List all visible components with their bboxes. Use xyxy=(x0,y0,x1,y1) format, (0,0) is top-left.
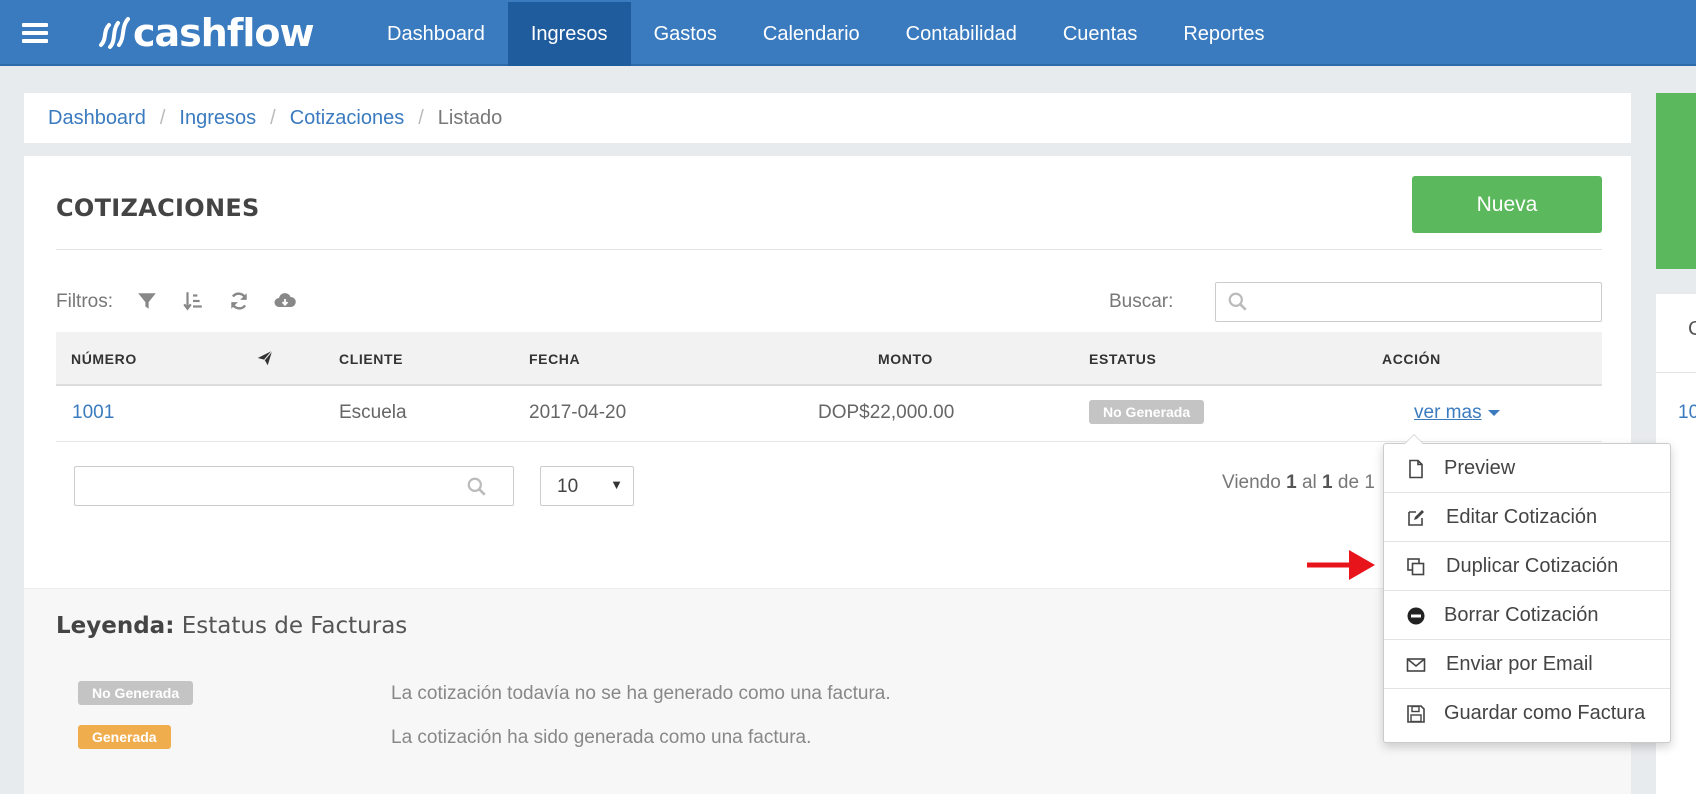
amount-cell: DOP$22,000.00 xyxy=(818,402,955,423)
breadcrumb-cotizaciones[interactable]: Cotizaciones xyxy=(290,107,405,130)
paper-plane-icon[interactable] xyxy=(256,349,274,367)
status-badge: No Generada xyxy=(1089,400,1205,424)
action-dropdown-menu: Preview Editar Cotización Duplicar Cotiz… xyxy=(1383,434,1671,743)
menu-item-label: Guardar como Factura xyxy=(1444,702,1646,724)
table-header: NÚMERO CLIENTE FECHA MONTO ESTATUS ACCIÓ… xyxy=(56,332,1602,386)
legend-badge-no-generada: No Generada xyxy=(78,681,194,705)
search-icon xyxy=(467,477,486,496)
ver-mas-dropdown-toggle[interactable]: ver mas xyxy=(1414,402,1500,424)
legend-entry: Generada xyxy=(78,725,171,749)
red-arrow-annotation-icon xyxy=(1307,550,1375,580)
save-icon xyxy=(1407,705,1425,723)
menu-item-label: Duplicar Cotización xyxy=(1446,555,1619,577)
caret-down-icon xyxy=(1487,409,1500,416)
pagination-info: Viendo 1 al 1 de 1 xyxy=(1222,472,1375,494)
search-label: Buscar: xyxy=(1109,291,1174,312)
table-footer-search-input[interactable] xyxy=(74,466,514,506)
nav-item-contabilidad[interactable]: Contabilidad xyxy=(883,2,1040,66)
menu-item-label: Borrar Cotización xyxy=(1444,604,1599,626)
top-navbar: cashflow Dashboard Ingresos Gastos Calen… xyxy=(0,0,1696,66)
legend-description: La cotización ha sido generada como una … xyxy=(391,727,812,748)
copy-icon xyxy=(1407,558,1425,576)
breadcrumb-ingresos[interactable]: Ingresos xyxy=(179,107,256,130)
menu-item-label: Preview xyxy=(1444,457,1516,479)
hamburger-menu-icon[interactable] xyxy=(22,23,48,43)
date-cell: 2017-04-20 xyxy=(529,402,627,423)
legend-entry: No Generada xyxy=(78,681,194,705)
page-title: COTIZACIONES xyxy=(56,194,260,222)
main-nav: Dashboard Ingresos Gastos Calendario Con… xyxy=(364,2,1288,66)
filter-icon[interactable] xyxy=(136,290,158,312)
menu-item-delete[interactable]: Borrar Cotización xyxy=(1384,591,1670,640)
breadcrumb-separator: / xyxy=(418,106,424,129)
breadcrumb-separator: / xyxy=(270,106,276,129)
viewing-al: al xyxy=(1301,472,1317,493)
side-card-title: C xyxy=(1688,318,1696,340)
nav-item-gastos[interactable]: Gastos xyxy=(631,2,740,66)
viewing-from: 1 xyxy=(1286,472,1297,493)
viewing-total: 1 xyxy=(1364,472,1375,493)
side-card-link[interactable]: 10 xyxy=(1678,402,1696,424)
menu-item-save-invoice[interactable]: Guardar como Factura xyxy=(1384,689,1670,738)
quote-number-link[interactable]: 1001 xyxy=(72,402,114,424)
logo-mark-icon xyxy=(99,17,130,49)
side-widget-green xyxy=(1656,93,1696,269)
refresh-icon[interactable] xyxy=(228,290,250,312)
nav-item-calendario[interactable]: Calendario xyxy=(740,2,883,66)
envelope-icon xyxy=(1406,658,1426,672)
logo-text: cashflow xyxy=(133,11,315,55)
new-quote-button[interactable]: Nueva xyxy=(1412,176,1602,233)
breadcrumb-separator: / xyxy=(159,106,166,129)
menu-item-label: Editar Cotización xyxy=(1446,506,1598,528)
column-header-cliente[interactable]: CLIENTE xyxy=(339,351,403,367)
legend-description: La cotización todavía no se ha generado … xyxy=(391,683,891,704)
nav-item-reportes[interactable]: Reportes xyxy=(1160,2,1287,66)
minus-circle-icon xyxy=(1407,607,1425,625)
status-cell: No Generada xyxy=(1089,400,1205,424)
column-header-estatus[interactable]: ESTATUS xyxy=(1089,351,1156,367)
viewing-to: 1 xyxy=(1322,472,1333,493)
column-header-accion: ACCIÓN xyxy=(1382,351,1441,367)
ver-mas-label: ver mas xyxy=(1414,402,1482,423)
page-size-select[interactable]: 10 ▼ xyxy=(540,466,634,506)
search-input[interactable] xyxy=(1215,282,1602,322)
menu-item-edit[interactable]: Editar Cotización xyxy=(1384,493,1670,542)
cloud-download-icon[interactable] xyxy=(274,290,296,312)
breadcrumb: Dashboard / Ingresos / Cotizaciones / Li… xyxy=(24,93,1631,143)
select-arrow-icon: ▼ xyxy=(610,477,623,492)
divider xyxy=(1656,372,1696,373)
legend-badge-generada: Generada xyxy=(78,725,171,749)
menu-item-duplicate[interactable]: Duplicar Cotización xyxy=(1384,542,1670,591)
file-icon xyxy=(1409,459,1423,479)
column-header-fecha[interactable]: FECHA xyxy=(529,351,580,367)
menu-item-email[interactable]: Enviar por Email xyxy=(1384,640,1670,689)
table-row: 1001 Escuela 2017-04-20 DOP$22,000.00 No… xyxy=(56,386,1602,442)
nav-item-dashboard[interactable]: Dashboard xyxy=(364,2,508,66)
legend-title-rest: Estatus de Facturas xyxy=(181,613,408,639)
breadcrumb-dashboard[interactable]: Dashboard xyxy=(48,107,146,130)
cashflow-logo[interactable]: cashflow xyxy=(97,10,315,56)
legend-title-bold: Leyenda: xyxy=(56,613,175,639)
menu-item-label: Enviar por Email xyxy=(1446,653,1593,675)
menu-item-preview[interactable]: Preview xyxy=(1384,444,1670,493)
client-cell: Escuela xyxy=(339,402,407,423)
divider xyxy=(56,249,1602,250)
page-size-value: 10 xyxy=(557,476,579,497)
search-icon xyxy=(1228,292,1247,311)
viewing-prefix: Viendo xyxy=(1222,472,1281,493)
sort-icon[interactable] xyxy=(182,290,204,312)
column-header-numero[interactable]: NÚMERO xyxy=(71,351,137,367)
breadcrumb-current: Listado xyxy=(437,106,503,129)
legend-title: Leyenda: Estatus de Facturas xyxy=(56,613,407,639)
nav-item-cuentas[interactable]: Cuentas xyxy=(1040,2,1161,66)
nav-item-ingresos[interactable]: Ingresos xyxy=(507,2,631,66)
viewing-de: de xyxy=(1337,472,1360,493)
filters-label: Filtros: xyxy=(56,291,113,312)
column-header-monto[interactable]: MONTO xyxy=(878,351,933,367)
edit-icon xyxy=(1408,510,1424,526)
